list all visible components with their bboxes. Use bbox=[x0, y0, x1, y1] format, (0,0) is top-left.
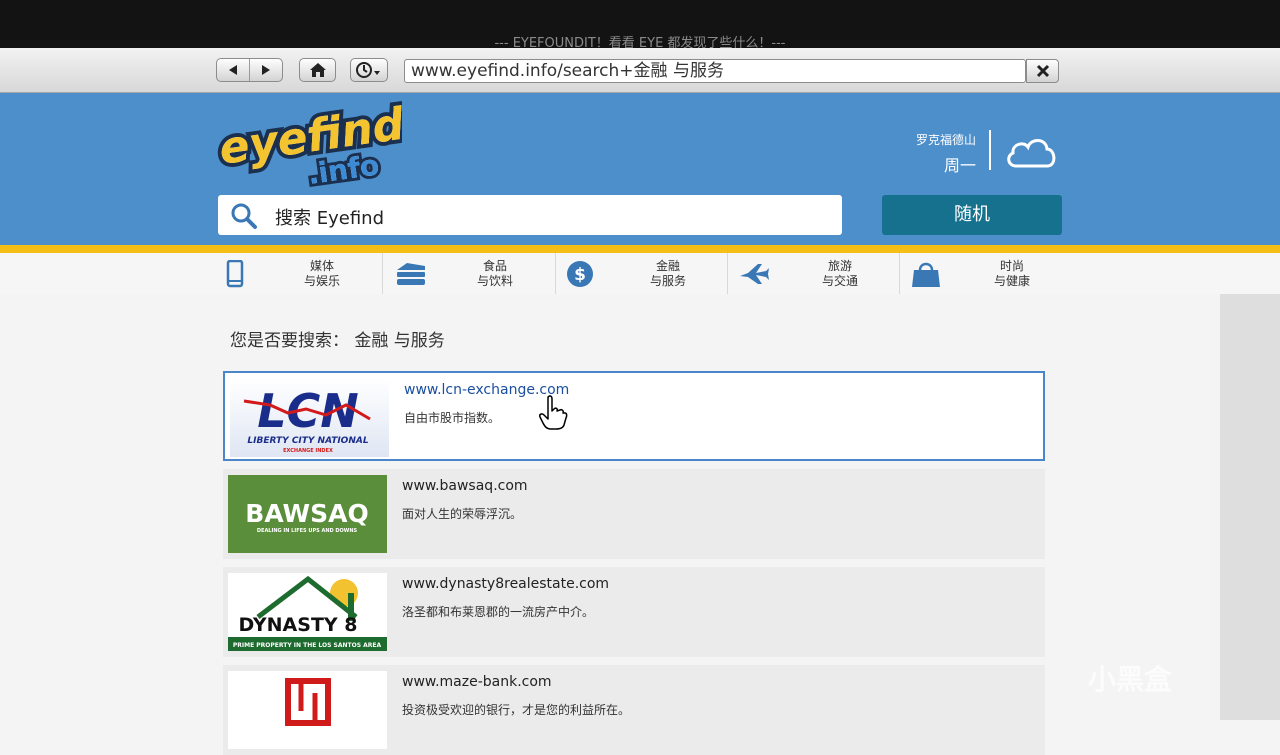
result-description: 自由市股市指数。 bbox=[404, 411, 501, 425]
category-food-line1: 食品 bbox=[482, 259, 507, 273]
category-finance[interactable]: $ 金融 与服务 bbox=[555, 253, 728, 294]
lcn-logo-sub2: EXCHANGE INDEX bbox=[283, 448, 333, 454]
forward-arrow-icon bbox=[262, 65, 270, 75]
search-result-dynasty8[interactable]: DYNASTY 8 PRIME PROPERTY IN THE LOS SANT… bbox=[223, 567, 1045, 657]
home-icon bbox=[309, 63, 326, 77]
forward-button[interactable] bbox=[249, 59, 282, 81]
category-travel-line2: 与交通 bbox=[821, 274, 858, 288]
mazebank-logo bbox=[228, 671, 387, 749]
bawsaq-logo-graphic: BAWSAQ DEALING IN LIFES UPS AND DOWNS bbox=[245, 499, 368, 534]
bawsaq-logo: BAWSAQ DEALING IN LIFES UPS AND DOWNS bbox=[228, 475, 387, 553]
history-nav bbox=[216, 58, 283, 82]
category-media-line2: 与娱乐 bbox=[303, 274, 340, 288]
eyefind-logo[interactable]: eyefind eyefind .info .info bbox=[212, 100, 402, 192]
weather-location: 罗克福德山 bbox=[915, 133, 976, 147]
lcn-logo-sub: LIBERTY CITY NATIONAL bbox=[247, 436, 368, 446]
category-food-label: 食品 与饮料 bbox=[435, 259, 555, 289]
back-arrow-icon bbox=[229, 65, 237, 75]
dynasty8-logo-graphic: DYNASTY 8 PRIME PROPERTY IN THE LOS SANT… bbox=[228, 575, 387, 651]
bawsaq-logo-sub: DEALING IN LIFES UPS AND DOWNS bbox=[257, 528, 358, 534]
clock-icon bbox=[356, 62, 380, 78]
category-finance-line1: 金融 bbox=[655, 259, 680, 273]
dynasty8-logo: DYNASTY 8 PRIME PROPERTY IN THE LOS SANT… bbox=[228, 573, 387, 651]
watermark: 小黑盒 bbox=[1088, 663, 1173, 696]
phone-icon bbox=[226, 260, 244, 288]
category-finance-label: 金融 与服务 bbox=[608, 259, 728, 289]
category-fashion-line2: 与健康 bbox=[993, 274, 1030, 288]
category-fashion[interactable]: 时尚 与健康 bbox=[899, 253, 1072, 294]
result-url[interactable]: www.bawsaq.com bbox=[402, 478, 528, 494]
category-media-line1: 媒体 bbox=[309, 259, 334, 273]
cloud-icon bbox=[1007, 139, 1056, 168]
dynasty8-logo-main: DYNASTY 8 bbox=[239, 614, 358, 636]
hand-cursor-icon bbox=[539, 395, 568, 430]
category-food-line2: 与饮料 bbox=[476, 274, 513, 288]
category-travel-label: 旅游 与交通 bbox=[780, 259, 900, 289]
burger-icon bbox=[397, 263, 425, 285]
category-media[interactable]: 媒体 与娱乐 bbox=[210, 253, 382, 294]
result-description: 投资极受欢迎的银行，才是您的利益所在。 bbox=[402, 703, 631, 717]
category-fashion-line1: 时尚 bbox=[999, 259, 1024, 273]
category-food[interactable]: 食品 与饮料 bbox=[382, 253, 555, 294]
url-input[interactable]: www.eyefind.info/search+金融 与服务 bbox=[404, 59, 1026, 83]
category-travel-line1: 旅游 bbox=[827, 259, 852, 273]
close-icon bbox=[1036, 64, 1049, 78]
result-description: 洛圣都和布莱恩郡的一流房产中介。 bbox=[402, 605, 595, 619]
history-button-inner[interactable] bbox=[351, 59, 387, 81]
lcn-logo-graphic: LCN LIBERTY CITY NATIONAL EXCHANGE INDEX bbox=[243, 384, 371, 454]
result-description: 面对人生的荣辱浮沉。 bbox=[402, 507, 523, 521]
category-travel[interactable]: 旅游 与交通 bbox=[727, 253, 900, 294]
result-url[interactable]: www.maze-bank.com bbox=[402, 674, 552, 690]
dollar-icon: $ bbox=[567, 261, 593, 287]
search-input[interactable]: 搜索 Eyefind bbox=[275, 204, 384, 230]
search-result-lcn[interactable]: LCN LIBERTY CITY NATIONAL EXCHANGE INDEX… bbox=[223, 371, 1045, 461]
home-button[interactable] bbox=[299, 58, 336, 82]
search-icon bbox=[231, 203, 257, 229]
category-finance-line2: 与服务 bbox=[649, 274, 686, 288]
history-button[interactable] bbox=[350, 58, 388, 82]
search-result-mazebank[interactable]: www.maze-bank.com 投资极受欢迎的银行，才是您的利益所在。 bbox=[223, 665, 1045, 755]
search-result-bawsaq[interactable]: BAWSAQ DEALING IN LIFES UPS AND DOWNS ww… bbox=[223, 469, 1045, 559]
dynasty8-logo-sub: PRIME PROPERTY IN THE LOS SANTOS AREA bbox=[233, 642, 382, 649]
shopping-bag-icon bbox=[912, 262, 940, 287]
svg-text:$: $ bbox=[574, 265, 586, 285]
home-button-inner[interactable] bbox=[300, 59, 335, 81]
weather-day: 周一 bbox=[943, 156, 976, 175]
random-button[interactable]: 随机 bbox=[882, 195, 1062, 235]
search-box[interactable]: 搜索 Eyefind bbox=[218, 195, 842, 235]
category-media-label: 媒体 与娱乐 bbox=[262, 259, 382, 289]
result-url[interactable]: www.dynasty8realestate.com bbox=[402, 576, 609, 592]
did-you-mean: 您是否要搜索： 金融 与服务 bbox=[230, 331, 445, 351]
category-bar: 媒体 与娱乐 食品 与饮料 $ 金融 与服务 旅游 与交通 时尚 与健康 bbox=[0, 253, 1280, 295]
lcn-logo: LCN LIBERTY CITY NATIONAL EXCHANGE INDEX bbox=[230, 379, 389, 457]
header-accent-stripe bbox=[0, 245, 1280, 253]
category-fashion-label: 时尚 与健康 bbox=[952, 259, 1072, 289]
mazebank-logo-graphic bbox=[285, 678, 331, 726]
plane-icon bbox=[740, 264, 769, 284]
title-bar: --- EYEFOUNDIT！看看 EYE 都发现了些什么！--- bbox=[0, 0, 1280, 51]
back-button[interactable] bbox=[217, 59, 249, 81]
weather-divider bbox=[989, 130, 991, 170]
url-clear-button[interactable] bbox=[1026, 59, 1059, 83]
page-scrollbar-track[interactable] bbox=[1220, 294, 1280, 720]
bawsaq-logo-main: BAWSAQ bbox=[245, 499, 368, 528]
